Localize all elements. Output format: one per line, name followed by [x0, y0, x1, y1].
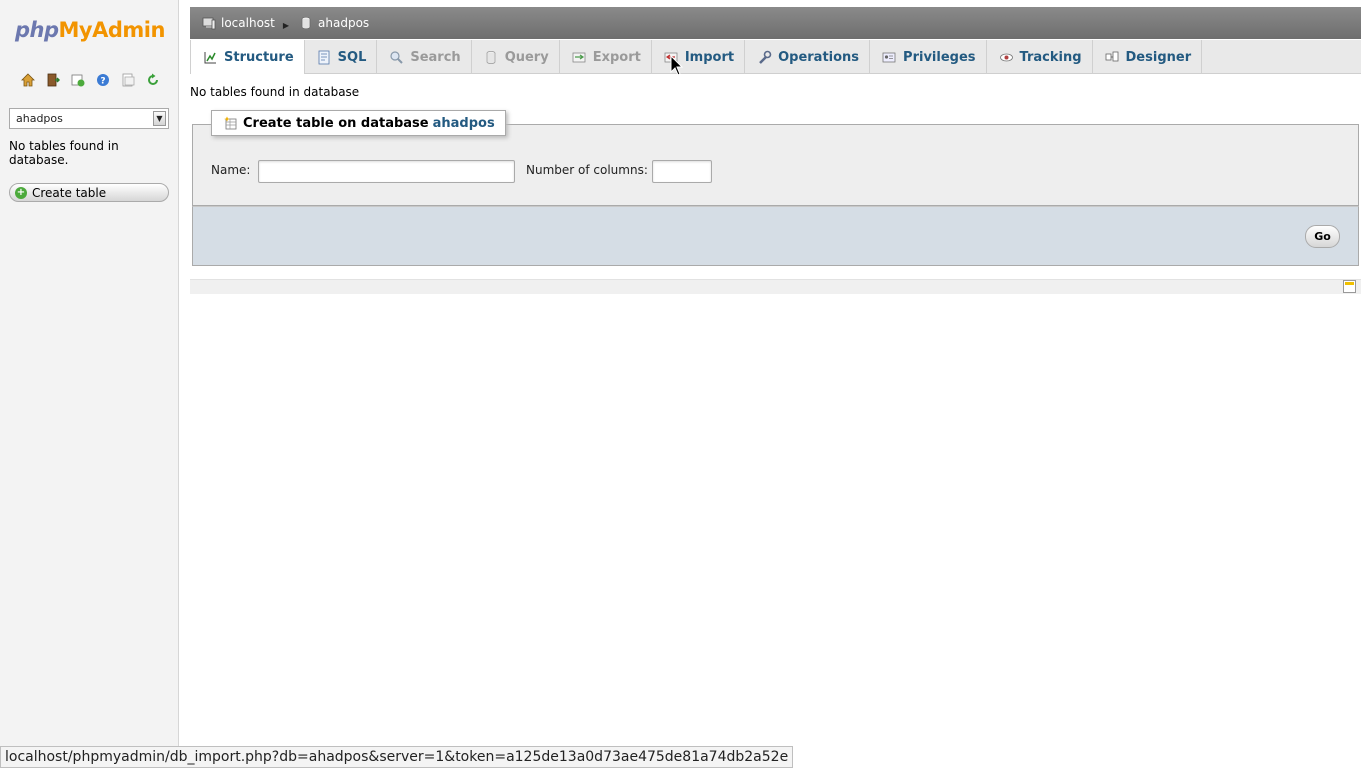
query-window-icon[interactable]: [70, 72, 86, 88]
number-of-columns-input[interactable]: [652, 160, 712, 183]
server-icon: [202, 17, 216, 30]
create-table-legend-text: Create table on database: [243, 115, 429, 131]
logo-php: php: [15, 18, 59, 42]
tab-privileges-label: Privileges: [903, 49, 976, 65]
new-table-icon: [224, 116, 237, 130]
table-name-input[interactable]: [258, 160, 515, 183]
sidebar-empty-message: No tables found in database.: [9, 139, 119, 167]
svg-text:?: ?: [100, 77, 105, 87]
tab-privileges[interactable]: Privileges: [870, 40, 987, 74]
number-of-columns-label: Number of columns:: [526, 163, 648, 177]
database-select-value: ahadpos: [16, 112, 63, 125]
exit-icon[interactable]: [45, 72, 61, 88]
tab-operations-label: Operations: [778, 49, 860, 65]
query-icon: [486, 50, 496, 64]
designer-icon: [1105, 51, 1118, 61]
logo-admin: Admin: [92, 18, 165, 42]
docs-icon[interactable]: ?: [95, 72, 111, 88]
no-tables-message: No tables found in database: [190, 85, 360, 99]
console-bar: [190, 279, 1361, 294]
create-table-label: Create table: [32, 185, 107, 200]
tab-tracking[interactable]: Tracking: [987, 40, 1093, 74]
tab-designer-label: Designer: [1125, 49, 1192, 65]
breadcrumb-server[interactable]: localhost: [202, 16, 275, 30]
database-icon: [301, 16, 311, 30]
structure-icon: [204, 51, 216, 63]
home-icon[interactable]: [20, 72, 36, 88]
tab-import-label: Import: [684, 49, 735, 65]
plus-icon: +: [15, 186, 27, 199]
phpmyadmin-logo[interactable]: phpMyAdmin: [15, 18, 165, 42]
console-toggle-icon[interactable]: [1343, 280, 1356, 293]
database-select[interactable]: ahadpos ▼: [9, 108, 169, 129]
logo-my: My: [58, 18, 93, 42]
tab-operations[interactable]: Operations: [745, 40, 871, 74]
reload-icon[interactable]: [145, 72, 161, 88]
export-icon: [572, 52, 586, 62]
privileges-icon: [882, 52, 896, 62]
tab-query[interactable]: Query: [472, 40, 560, 74]
tab-import[interactable]: Import: [652, 40, 746, 74]
tab-query-label: Query: [504, 49, 549, 65]
tab-search[interactable]: Search: [377, 40, 472, 74]
tab-structure[interactable]: Structure: [190, 40, 305, 74]
tab-bar: Structure SQL Search Query Export Import…: [190, 40, 1361, 74]
settings-icon[interactable]: [120, 72, 136, 88]
tab-export[interactable]: Export: [560, 40, 652, 74]
nav-icon-bar: ?: [20, 72, 161, 88]
browser-status-url: localhost/phpmyadmin/db_import.php?db=ah…: [0, 746, 794, 768]
breadcrumb-separator-icon: ▶: [282, 20, 290, 30]
mouse-pointer-icon: [670, 55, 684, 76]
sql-icon: [318, 50, 330, 64]
eye-icon: [999, 53, 1013, 61]
breadcrumb-server-label: localhost: [221, 16, 275, 30]
search-icon: [390, 50, 404, 64]
tab-sql[interactable]: SQL: [305, 40, 378, 74]
chevron-down-icon[interactable]: ▼: [153, 111, 166, 126]
tab-structure-label: Structure: [224, 49, 294, 65]
tab-tracking-label: Tracking: [1019, 49, 1082, 65]
navigation-panel: phpMyAdmin ? ahadpos ▼ No tables found i…: [0, 0, 179, 768]
tab-designer[interactable]: Designer: [1093, 40, 1203, 74]
create-table-legend: Create table on database ahadpos: [211, 110, 506, 136]
go-button[interactable]: Go: [1305, 225, 1340, 248]
table-name-label: Name:: [211, 163, 251, 177]
breadcrumb-database[interactable]: ahadpos: [299, 16, 369, 30]
breadcrumb: localhost ▶ ahadpos: [190, 7, 1361, 39]
sidebar-create-table-button[interactable]: + Create table: [9, 183, 169, 202]
create-table-legend-db[interactable]: ahadpos: [433, 116, 495, 131]
tab-export-label: Export: [592, 49, 641, 65]
tab-sql-label: SQL: [337, 49, 367, 65]
breadcrumb-database-label: ahadpos: [318, 16, 370, 30]
tab-search-label: Search: [410, 49, 461, 65]
wrench-icon: [759, 50, 772, 64]
create-table-footer: [192, 206, 1359, 266]
